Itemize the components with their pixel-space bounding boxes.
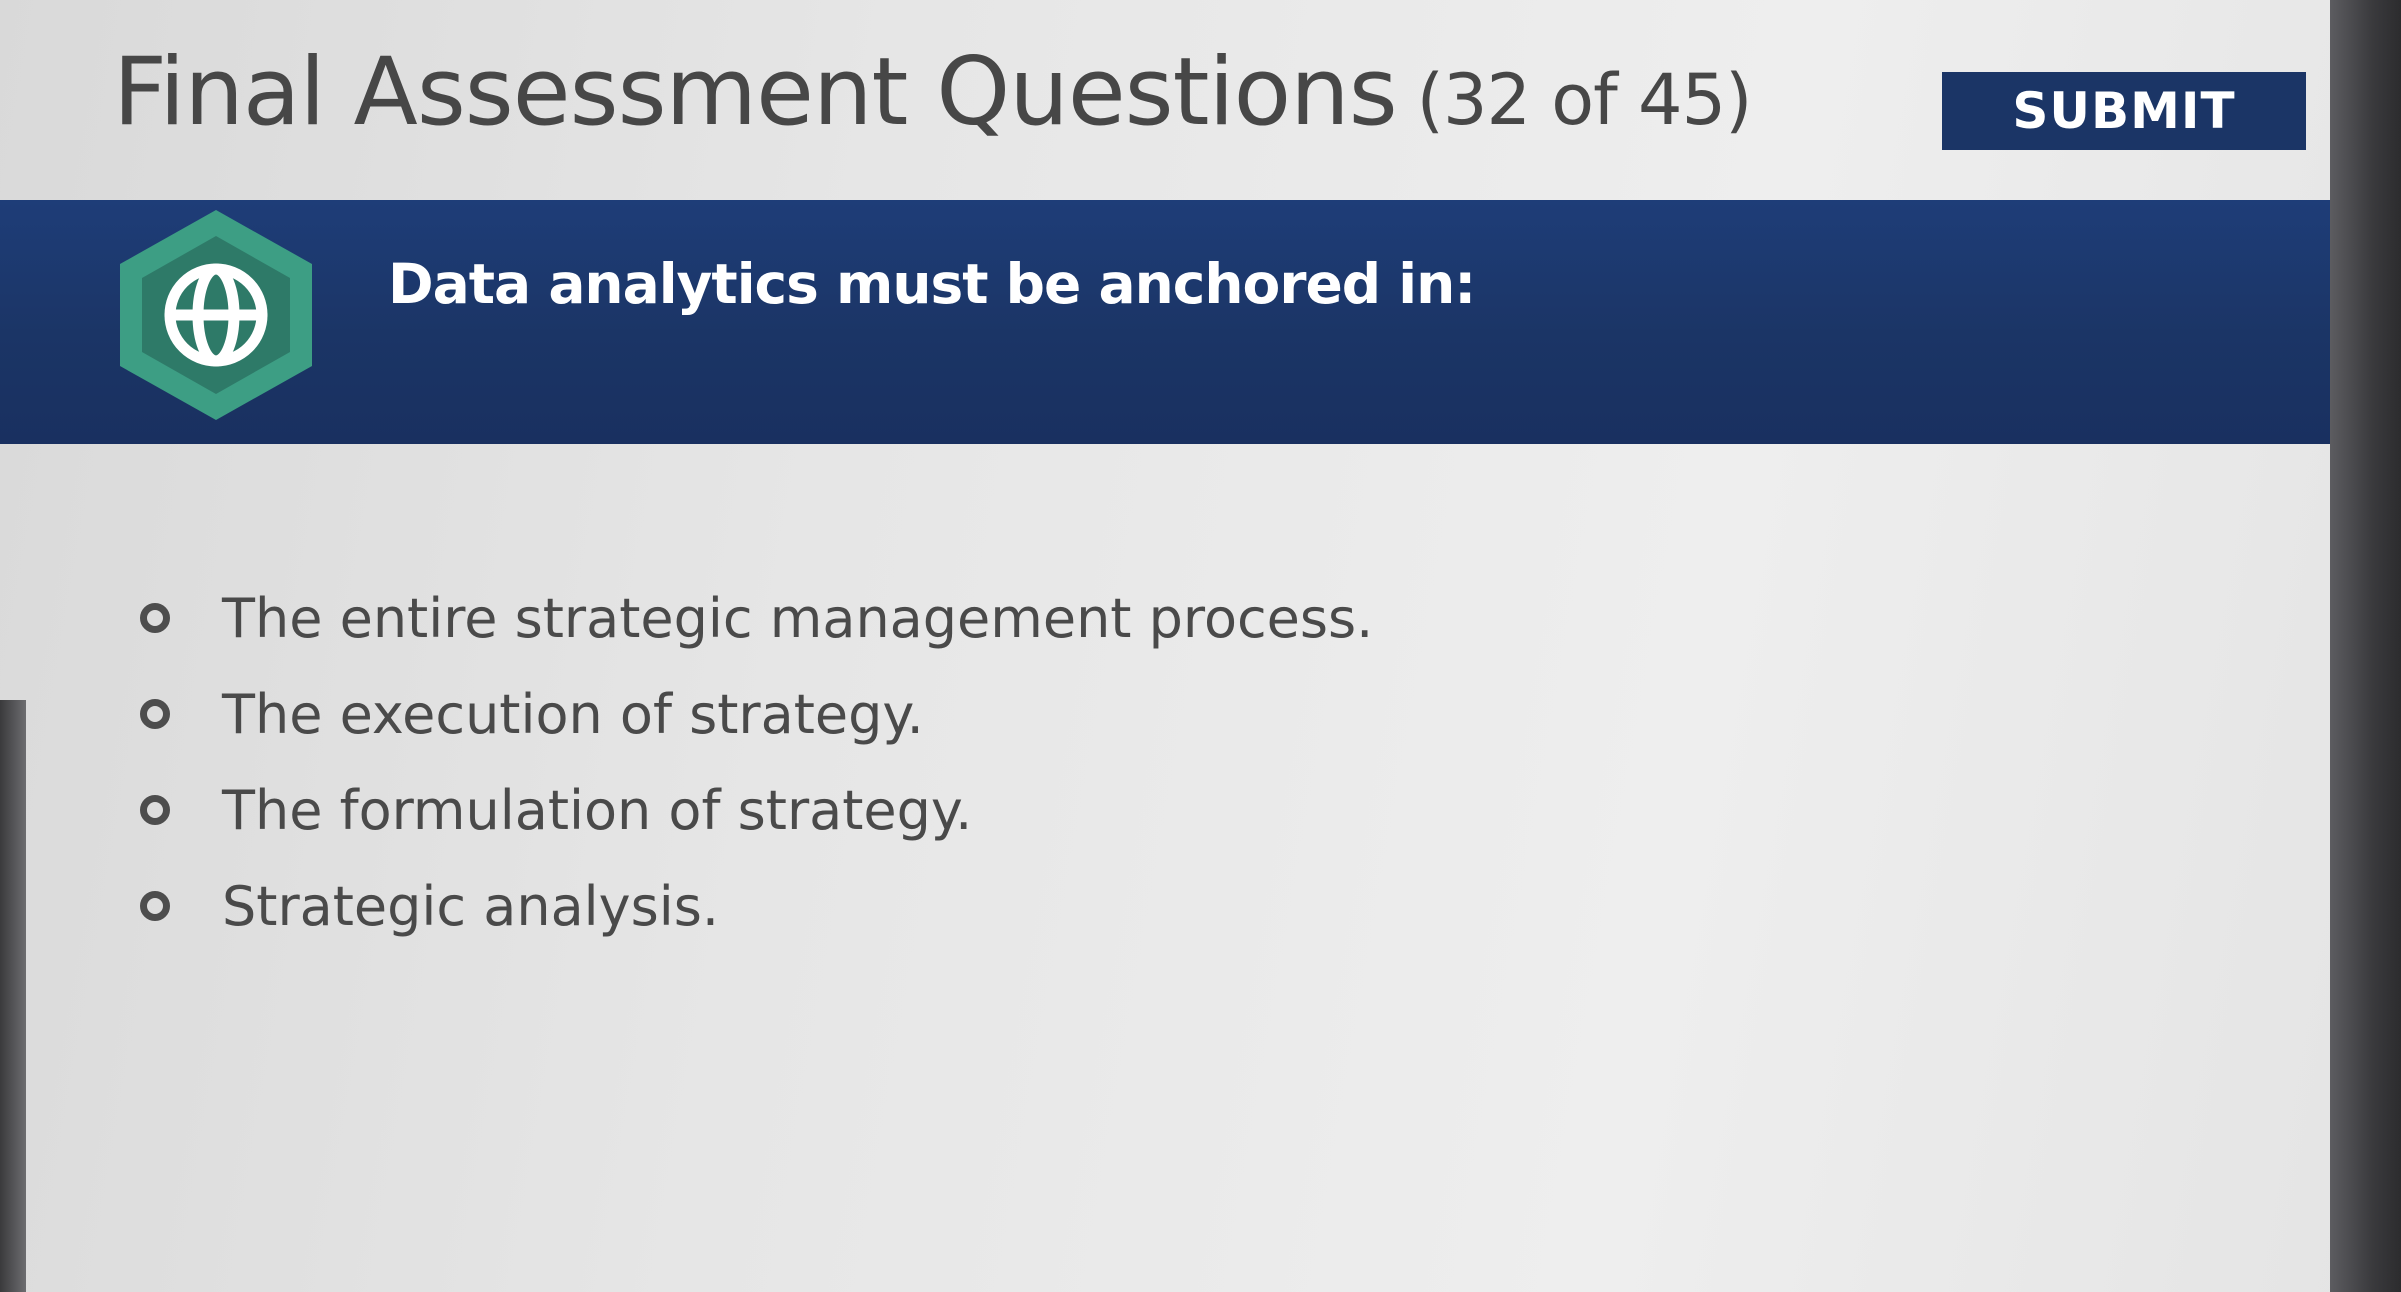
answer-option[interactable]: Strategic analysis.	[140, 858, 1373, 954]
answer-option-label: Strategic analysis.	[222, 874, 720, 938]
answer-options: The entire strategic management process.…	[140, 570, 1373, 954]
radio-button[interactable]	[140, 795, 170, 825]
answer-option-label: The execution of strategy.	[222, 682, 924, 746]
answer-option[interactable]: The entire strategic management process.	[140, 570, 1373, 666]
monitor-bezel-right	[2330, 0, 2401, 1292]
question-banner	[0, 200, 2375, 444]
quiz-screen: Final Assessment Questions (32 of 45) SUB…	[0, 0, 2375, 1292]
question-counter: (32 of 45)	[1416, 59, 1753, 141]
page-title-text: Final Assessment Questions	[113, 38, 1398, 147]
monitor-bezel-left	[0, 700, 26, 1292]
answer-option-label: The entire strategic management process.	[222, 586, 1374, 650]
radio-button[interactable]	[140, 603, 170, 633]
radio-button[interactable]	[140, 891, 170, 921]
submit-button[interactable]: SUBMIT	[1942, 72, 2306, 150]
radio-button[interactable]	[140, 699, 170, 729]
answer-option[interactable]: The execution of strategy.	[140, 666, 1373, 762]
question-text: Data analytics must be anchored in:	[388, 252, 1476, 316]
answer-option[interactable]: The formulation of strategy.	[140, 762, 1373, 858]
page-title: Final Assessment Questions (32 of 45)	[113, 38, 1753, 147]
answer-option-label: The formulation of strategy.	[222, 778, 973, 842]
question-badge	[120, 210, 312, 420]
